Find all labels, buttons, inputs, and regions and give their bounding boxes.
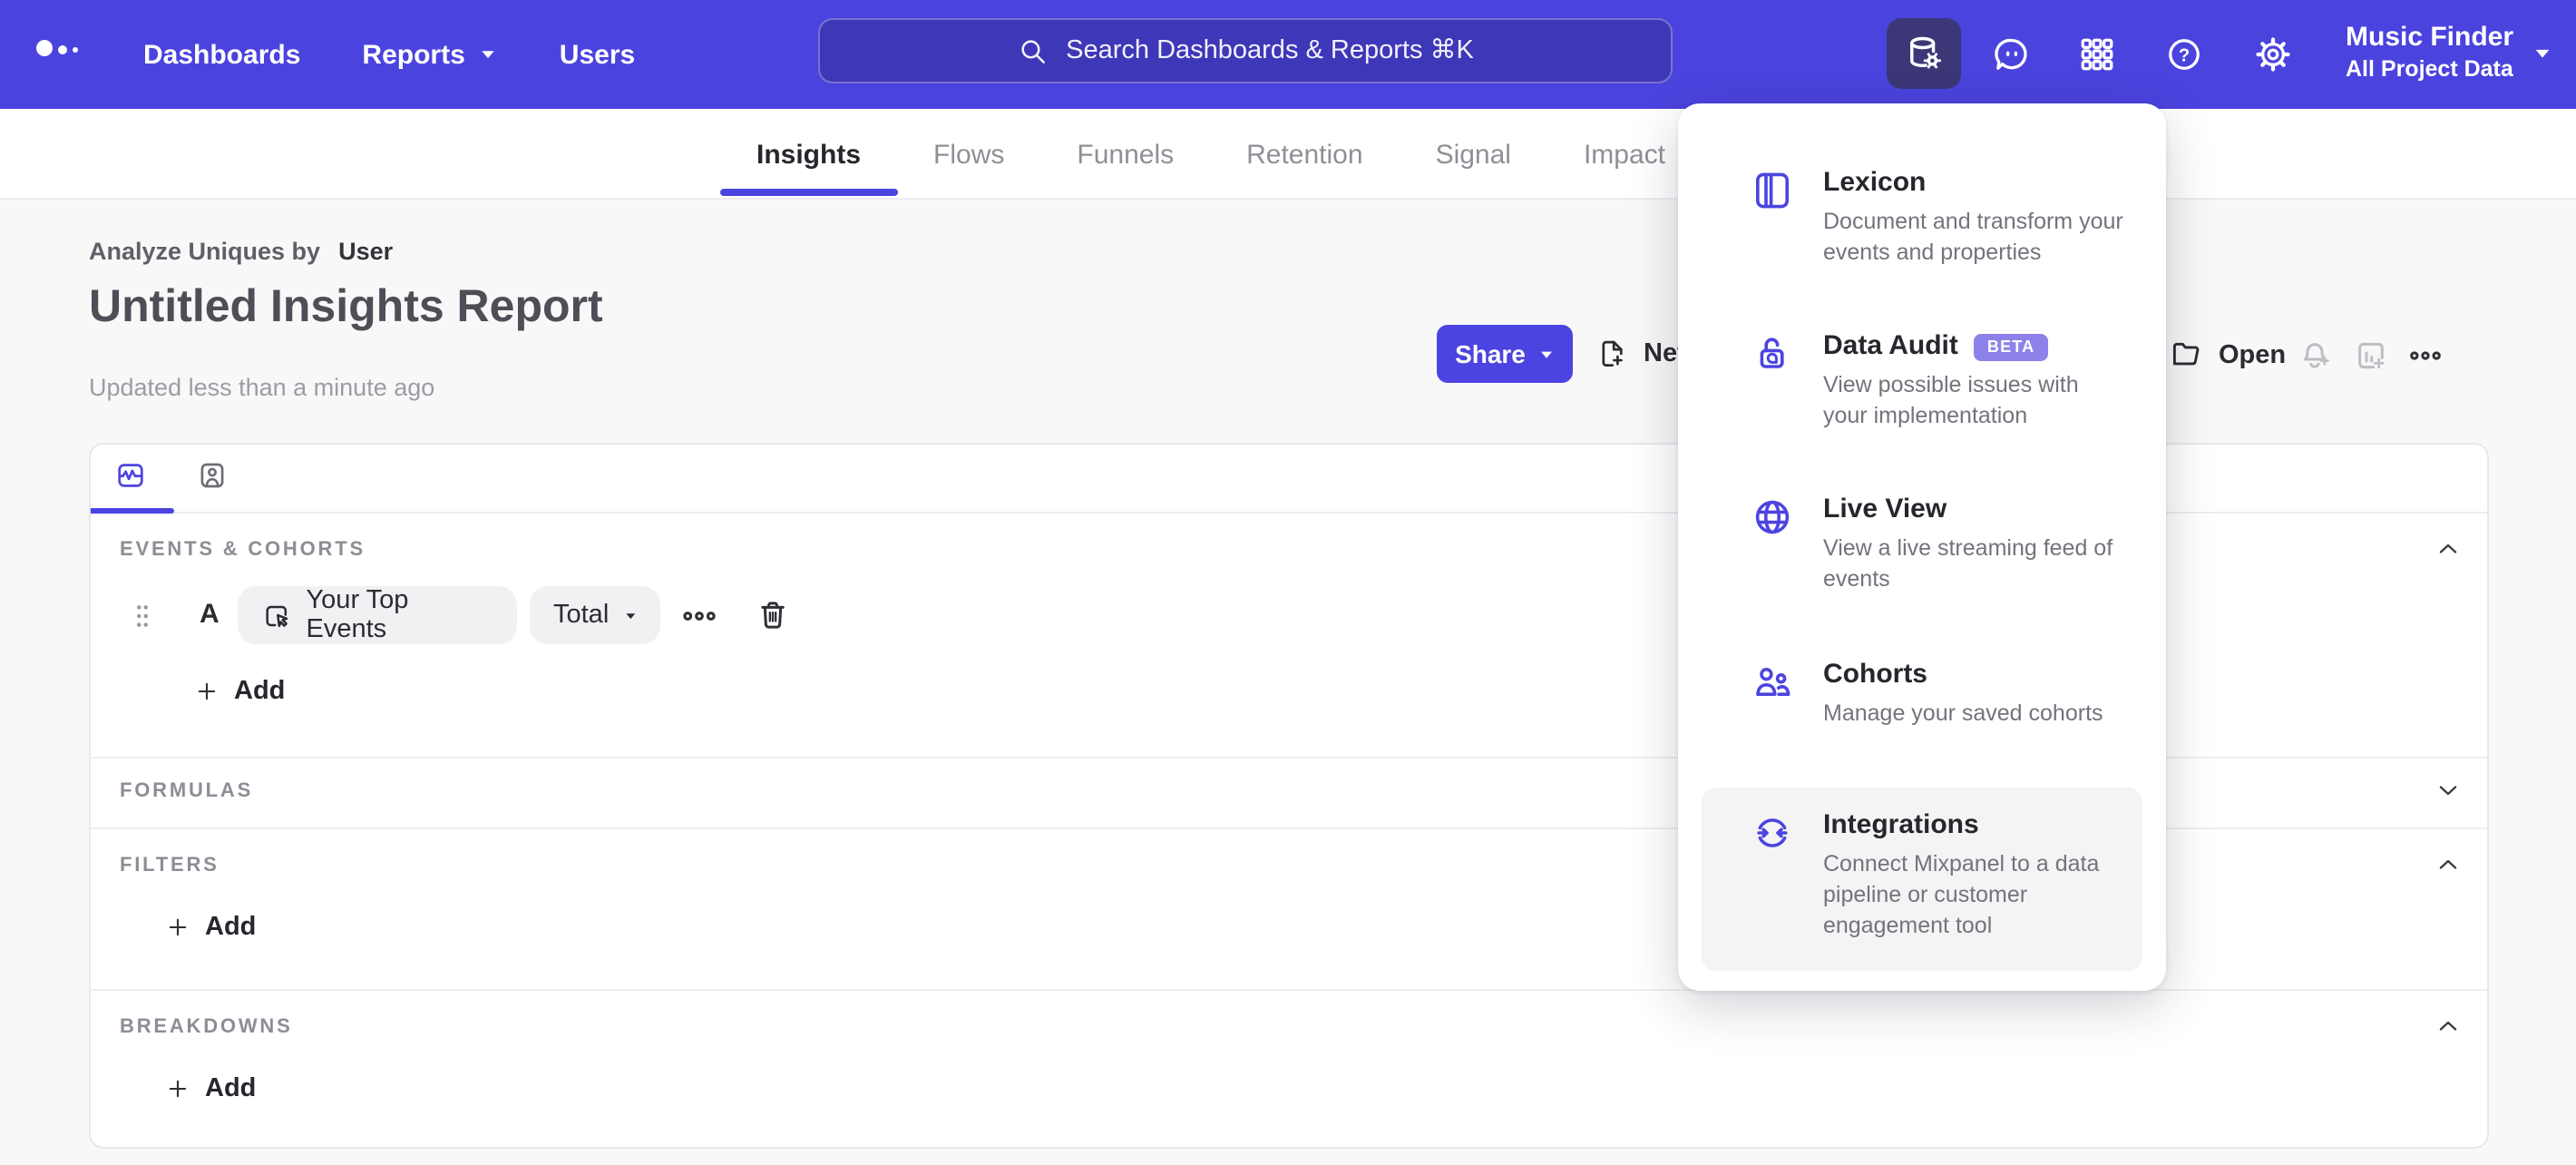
integrations-sync-icon [1751,811,1794,855]
caret-down-icon [625,612,635,619]
caret-down-icon [1540,350,1552,357]
menu-item-description: Document and transform your events and p… [1823,209,2123,265]
data-audit-lock-icon [1751,332,1794,376]
open-label: Open [2219,340,2287,369]
add-event-button[interactable]: Add [194,677,285,706]
caret-down-icon [2534,48,2549,57]
menu-item-description: Connect Mixpanel to a data pipeline or c… [1823,851,2100,938]
expand-formulas-chevron-down-icon[interactable] [2435,777,2462,804]
collapse-breakdowns-chevron-up-icon[interactable] [2435,1013,2462,1040]
add-label: Add [205,913,257,942]
plus-icon [169,918,187,936]
tab-flows[interactable]: Flows [897,109,1040,200]
plus-icon [198,682,216,700]
mixpanel-logo-icon[interactable] [36,38,83,71]
app-root: Dashboards Reports Users Search Dashboar… [0,0,2576,1165]
menu-item-description: View a live streaming feed of events [1823,535,2113,592]
event-more-options-icon[interactable] [680,597,718,635]
svg-text:?: ? [2179,45,2190,65]
users-view-tab[interactable] [196,459,229,492]
add-filter-button[interactable]: Add [165,913,256,942]
analyze-row: Analyze Uniques by User [89,238,393,265]
data-management-button[interactable] [1887,18,1961,89]
page-title[interactable]: Untitled Insights Report [89,281,603,334]
event-cursor-icon [266,604,288,627]
menu-item-cohorts[interactable]: Cohorts Manage your saved cohorts [1702,637,2142,751]
search-icon [1020,39,1045,63]
collapse-filters-chevron-up-icon[interactable] [2435,851,2462,878]
nav-item-label: Users [559,39,636,70]
folder-icon [2172,342,2200,366]
section-label-filters: FILTERS [120,855,220,876]
document-plus-icon [1602,340,1623,367]
menu-item-description: View possible issues with your implement… [1823,372,2079,428]
tab-insights[interactable]: Insights [720,109,897,200]
top-nav: Dashboards Reports Users Search Dashboar… [0,0,2576,109]
events-view-tab[interactable] [114,459,147,492]
add-label: Add [234,677,286,706]
delete-event-trash-icon[interactable] [755,597,791,633]
plus-icon [169,1080,187,1098]
menu-item-lexicon[interactable]: Lexicon Document and transform your even… [1702,145,2142,290]
section-label-events: EVENTS & COHORTS [120,539,366,561]
nav-menu: Dashboards Reports Users [143,0,635,109]
report-tabbar: Insights Flows Funnels Retention Signal … [0,109,2576,200]
report-tabs: Insights Flows Funnels Retention Signal … [720,109,1702,200]
share-button[interactable]: Share [1437,325,1573,383]
open-report-button[interactable]: Open [2170,338,2286,372]
aggregation-value: Total [553,601,610,630]
menu-item-title: Integrations [1823,809,1979,840]
menu-item-data-audit[interactable]: Data Audit BETA View possible issues wit… [1702,308,2142,454]
project-name: Music Finder [2346,22,2514,53]
menu-item-live-view[interactable]: Live View View a live streaming feed of … [1702,472,2142,617]
add-to-dashboard-icon[interactable] [2353,338,2389,374]
search-input[interactable]: Search Dashboards & Reports ⌘K [818,18,1673,83]
share-label: Share [1455,339,1526,368]
updated-timestamp: Updated less than a minute ago [89,374,435,401]
analyze-value-selector[interactable]: User [338,238,393,265]
help-icon[interactable]: ? [2164,34,2204,74]
menu-item-title: Lexicon [1823,167,1927,198]
event-selector-pill[interactable]: Your Top Events [238,586,517,644]
nav-item-label: Reports [362,39,465,70]
menu-item-title: Cohorts [1823,659,1927,690]
data-management-dropdown: Lexicon Document and transform your even… [1678,103,2166,991]
tab-funnels[interactable]: Funnels [1040,109,1210,200]
caret-down-icon [483,51,495,59]
lexicon-icon [1751,169,1794,212]
menu-item-integrations[interactable]: Integrations Connect Mixpanel to a data … [1702,788,2142,971]
project-selector[interactable]: Music Finder All Project Data [2346,22,2552,83]
tab-signal[interactable]: Signal [1400,109,1547,200]
drag-handle-icon[interactable] [131,602,154,630]
apps-grid-icon[interactable] [2077,34,2117,74]
beta-badge: BETA [1974,333,2048,360]
live-view-globe-icon [1751,495,1794,539]
event-letter-label: A [200,599,220,630]
settings-gear-icon[interactable] [2253,34,2293,74]
nav-item-reports[interactable]: Reports [362,39,497,70]
nav-item-users[interactable]: Users [560,39,635,70]
project-scope: All Project Data [2346,56,2513,82]
menu-item-title: Data Audit [1823,330,1958,361]
nav-item-dashboards[interactable]: Dashboards [143,39,300,70]
data-management-icon [1910,36,1942,69]
aggregation-dropdown[interactable]: Total [530,586,660,644]
analyze-label: Analyze Uniques by [89,238,321,265]
section-label-breakdowns: BREAKDOWNS [120,1016,293,1038]
section-label-formulas: FORMULAS [120,780,254,802]
menu-item-title: Live View [1823,494,1947,524]
create-alert-bell-icon[interactable] [2297,338,2333,374]
tab-retention[interactable]: Retention [1210,109,1399,200]
add-breakdown-button[interactable]: Add [165,1074,256,1103]
feedback-icon[interactable] [1992,34,2032,74]
nav-item-label: Dashboards [143,39,301,70]
cohorts-people-icon [1751,661,1794,704]
search-placeholder: Search Dashboards & Reports ⌘K [1066,36,1474,65]
menu-item-description: Manage your saved cohorts [1823,700,2103,726]
more-options-icon[interactable] [2407,338,2444,374]
active-view-underline [91,508,174,514]
event-name: Your Top Events [306,586,409,644]
add-label: Add [205,1074,257,1103]
collapse-events-chevron-up-icon[interactable] [2435,535,2462,563]
